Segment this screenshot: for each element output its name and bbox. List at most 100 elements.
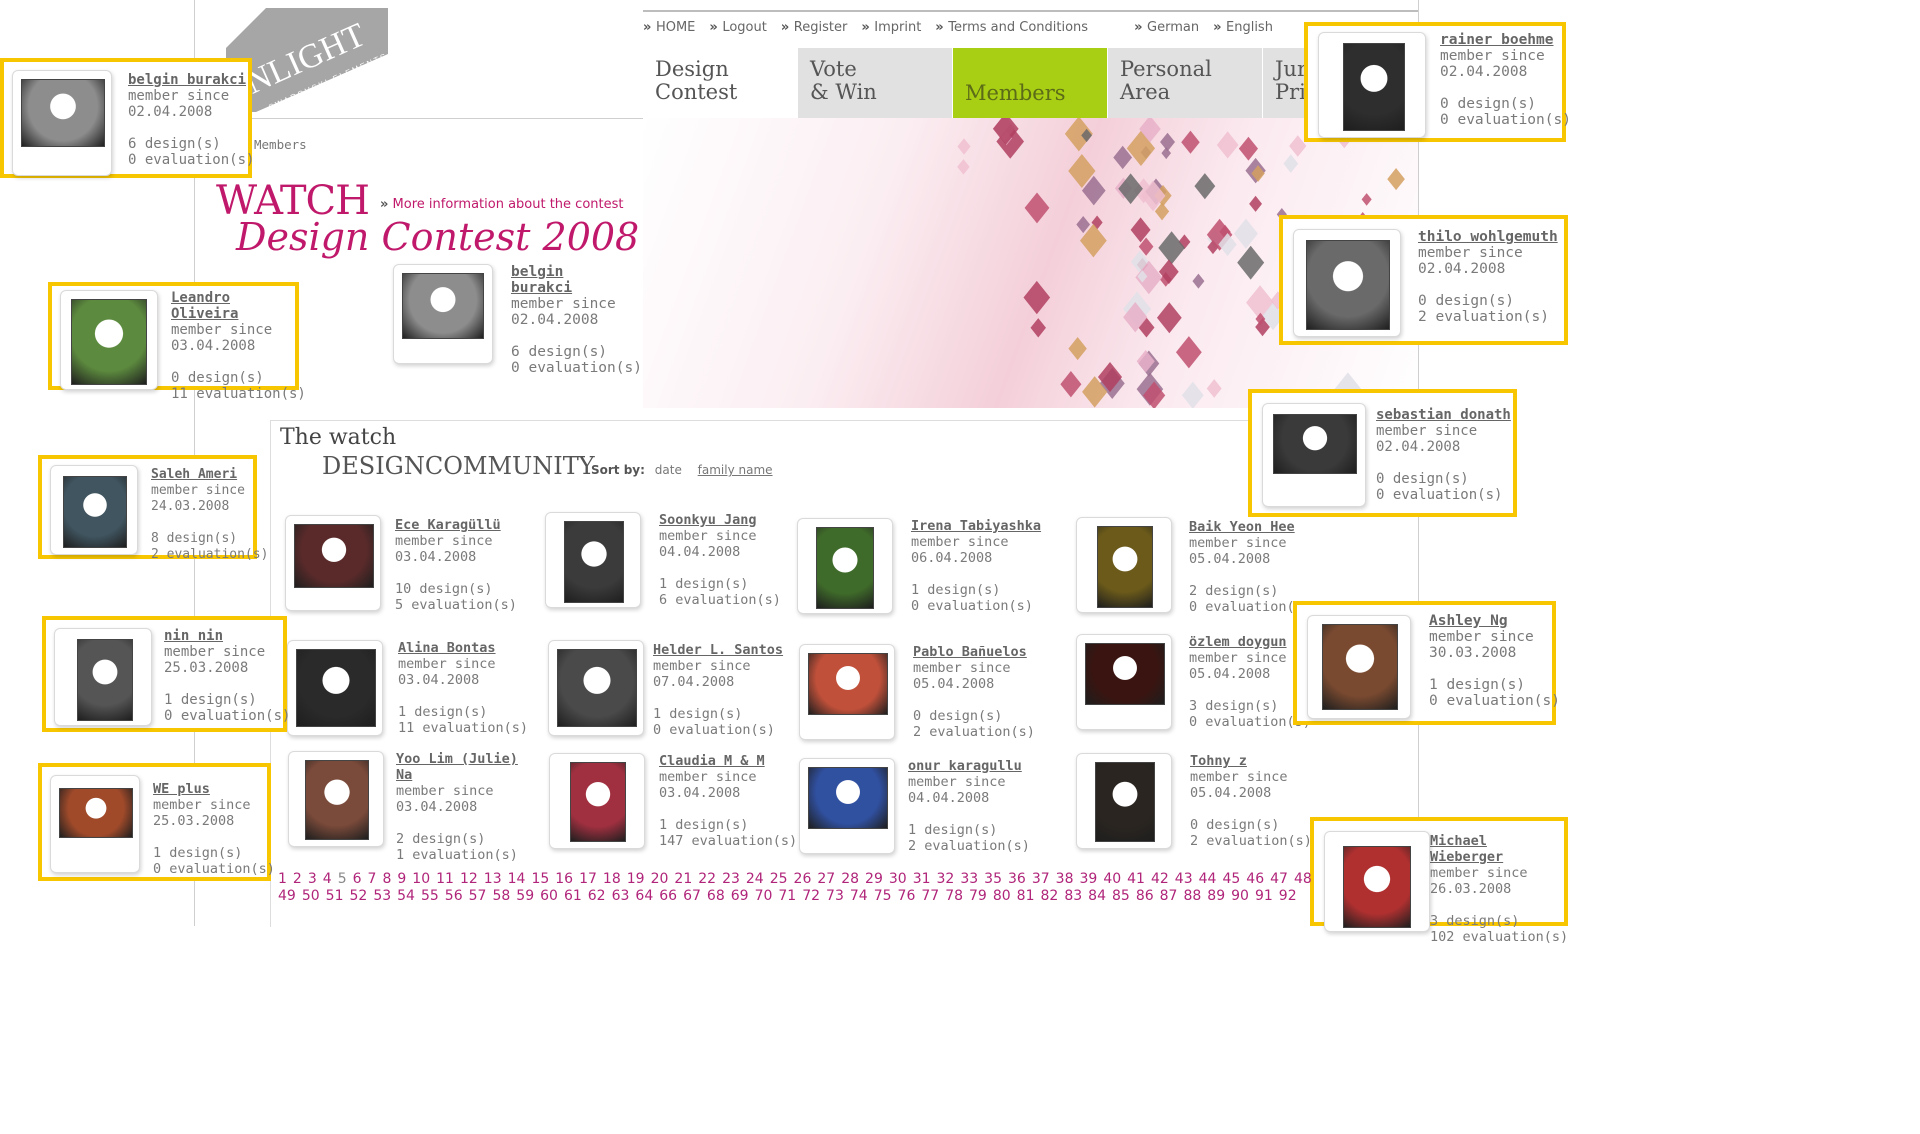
page-link[interactable]: 51 — [326, 888, 344, 905]
page-link[interactable]: 35 — [984, 871, 1002, 888]
page-link[interactable]: 69 — [731, 888, 749, 905]
page-link[interactable]: 13 — [484, 871, 502, 888]
page-link[interactable]: 74 — [850, 888, 868, 905]
avatar-frame[interactable] — [288, 751, 384, 847]
page-link[interactable]: 70 — [755, 888, 773, 905]
page-link[interactable]: 44 — [1199, 871, 1217, 888]
member-name-link[interactable]: Ece Karagüllü — [395, 517, 521, 533]
member-name-link[interactable]: Baik Yeon Hee — [1189, 519, 1312, 535]
page-link[interactable]: 77 — [921, 888, 939, 905]
avatar-frame[interactable] — [54, 628, 152, 726]
member-name-link[interactable]: Leandro Oliveira — [171, 290, 299, 322]
page-link[interactable]: 15 — [531, 871, 549, 888]
avatar-frame[interactable] — [1318, 32, 1426, 138]
page-link[interactable]: 7 — [368, 871, 377, 888]
page-link[interactable]: 2 — [293, 871, 302, 888]
nav-english[interactable]: English — [1213, 20, 1273, 35]
page-link[interactable]: 43 — [1175, 871, 1193, 888]
page-link[interactable]: 68 — [707, 888, 725, 905]
page-link[interactable]: 87 — [1160, 888, 1178, 905]
page-link[interactable]: 46 — [1246, 871, 1264, 888]
tab-vote-win[interactable]: Vote & Win — [798, 48, 952, 118]
page-link[interactable]: 40 — [1103, 871, 1121, 888]
page-link[interactable]: 24 — [746, 871, 764, 888]
page-link[interactable]: 89 — [1207, 888, 1225, 905]
page-link[interactable]: 48 — [1294, 871, 1312, 888]
sort-option-family-name[interactable]: family name — [698, 463, 773, 477]
avatar-frame[interactable] — [1076, 517, 1172, 613]
page-link[interactable]: 33 — [960, 871, 978, 888]
member-name-link[interactable]: Pablo Bañuelos — [913, 644, 1035, 660]
member-name-link[interactable]: belgin burakci — [511, 264, 629, 296]
member-name-link[interactable]: onur karagullu — [908, 758, 1035, 774]
page-link[interactable]: 25 — [770, 871, 788, 888]
page-link[interactable]: 78 — [945, 888, 963, 905]
nav-terms[interactable]: Terms and Conditions — [935, 20, 1088, 35]
more-info-link[interactable]: » More information about the contest — [380, 197, 623, 212]
avatar-frame[interactable] — [12, 70, 112, 176]
page-link[interactable]: 19 — [627, 871, 645, 888]
page-link[interactable]: 88 — [1183, 888, 1201, 905]
page-link[interactable]: 32 — [937, 871, 955, 888]
page-link[interactable]: 42 — [1151, 871, 1169, 888]
member-name-link[interactable]: Saleh Ameri — [151, 467, 257, 483]
member-name-link[interactable]: Michael Wieberger — [1430, 833, 1568, 865]
page-link[interactable]: 6 — [353, 871, 362, 888]
page-link[interactable]: 75 — [874, 888, 892, 905]
member-name-link[interactable]: belgin burakci — [128, 72, 252, 88]
page-link[interactable]: 67 — [683, 888, 701, 905]
page-link[interactable]: 53 — [373, 888, 391, 905]
member-name-link[interactable]: rainer boehme — [1440, 32, 1566, 48]
page-link[interactable]: 90 — [1231, 888, 1249, 905]
page-link[interactable]: 79 — [969, 888, 987, 905]
avatar-frame[interactable] — [1324, 831, 1430, 932]
page-link[interactable]: 20 — [651, 871, 669, 888]
avatar-frame[interactable] — [548, 640, 644, 736]
avatar-frame[interactable] — [393, 264, 493, 364]
page-link[interactable]: 71 — [778, 888, 796, 905]
member-name-link[interactable]: Alina Bontas — [398, 640, 523, 656]
nav-imprint[interactable]: Imprint — [861, 20, 921, 35]
page-link[interactable]: 21 — [674, 871, 692, 888]
nav-german[interactable]: German — [1134, 20, 1199, 35]
member-name-link[interactable]: WE plus — [153, 781, 271, 797]
page-link[interactable]: 59 — [516, 888, 534, 905]
avatar-frame[interactable] — [799, 758, 895, 854]
member-name-link[interactable]: Helder L. Santos — [653, 642, 784, 658]
page-link[interactable]: 9 — [397, 871, 406, 888]
tab-personal-area[interactable]: Personal Area — [1108, 48, 1262, 118]
page-link[interactable]: 28 — [841, 871, 859, 888]
page-link[interactable]: 84 — [1088, 888, 1106, 905]
page-link[interactable]: 10 — [412, 871, 430, 888]
tab-design-contest[interactable]: Design Contest — [643, 48, 797, 118]
page-link[interactable]: 1 — [278, 871, 287, 888]
page-link[interactable]: 37 — [1032, 871, 1050, 888]
page-link[interactable]: 50 — [302, 888, 320, 905]
avatar-frame[interactable] — [1076, 634, 1172, 730]
member-name-link[interactable]: Soonkyu Jang — [659, 512, 781, 528]
page-link[interactable]: 66 — [659, 888, 677, 905]
page-link[interactable]: 39 — [1079, 871, 1097, 888]
member-name-link[interactable]: Irena Tabiyashka — [911, 518, 1043, 534]
avatar-frame[interactable] — [545, 512, 641, 608]
page-link[interactable]: 91 — [1255, 888, 1273, 905]
page-link[interactable]: 36 — [1008, 871, 1026, 888]
avatar-frame[interactable] — [1293, 229, 1401, 337]
member-name-link[interactable]: sebastian donath — [1376, 407, 1517, 423]
page-link[interactable]: 49 — [278, 888, 296, 905]
member-name-link[interactable]: Yoo Lim (Julie) Na — [396, 751, 524, 783]
avatar-frame[interactable] — [287, 640, 383, 736]
page-link[interactable]: 14 — [508, 871, 526, 888]
avatar-frame[interactable] — [285, 515, 381, 611]
page-link[interactable]: 64 — [635, 888, 653, 905]
sort-option-date[interactable]: date — [655, 463, 682, 477]
page-link[interactable]: 81 — [1017, 888, 1035, 905]
avatar-frame[interactable] — [799, 644, 895, 740]
page-link[interactable]: 61 — [564, 888, 582, 905]
page-link[interactable]: 11 — [436, 871, 454, 888]
page-link[interactable]: 30 — [889, 871, 907, 888]
member-name-link[interactable]: thilo wohlgemuth — [1418, 229, 1568, 245]
page-link[interactable]: 31 — [913, 871, 931, 888]
page-link[interactable]: 12 — [460, 871, 478, 888]
page-link[interactable]: 4 — [323, 871, 332, 888]
